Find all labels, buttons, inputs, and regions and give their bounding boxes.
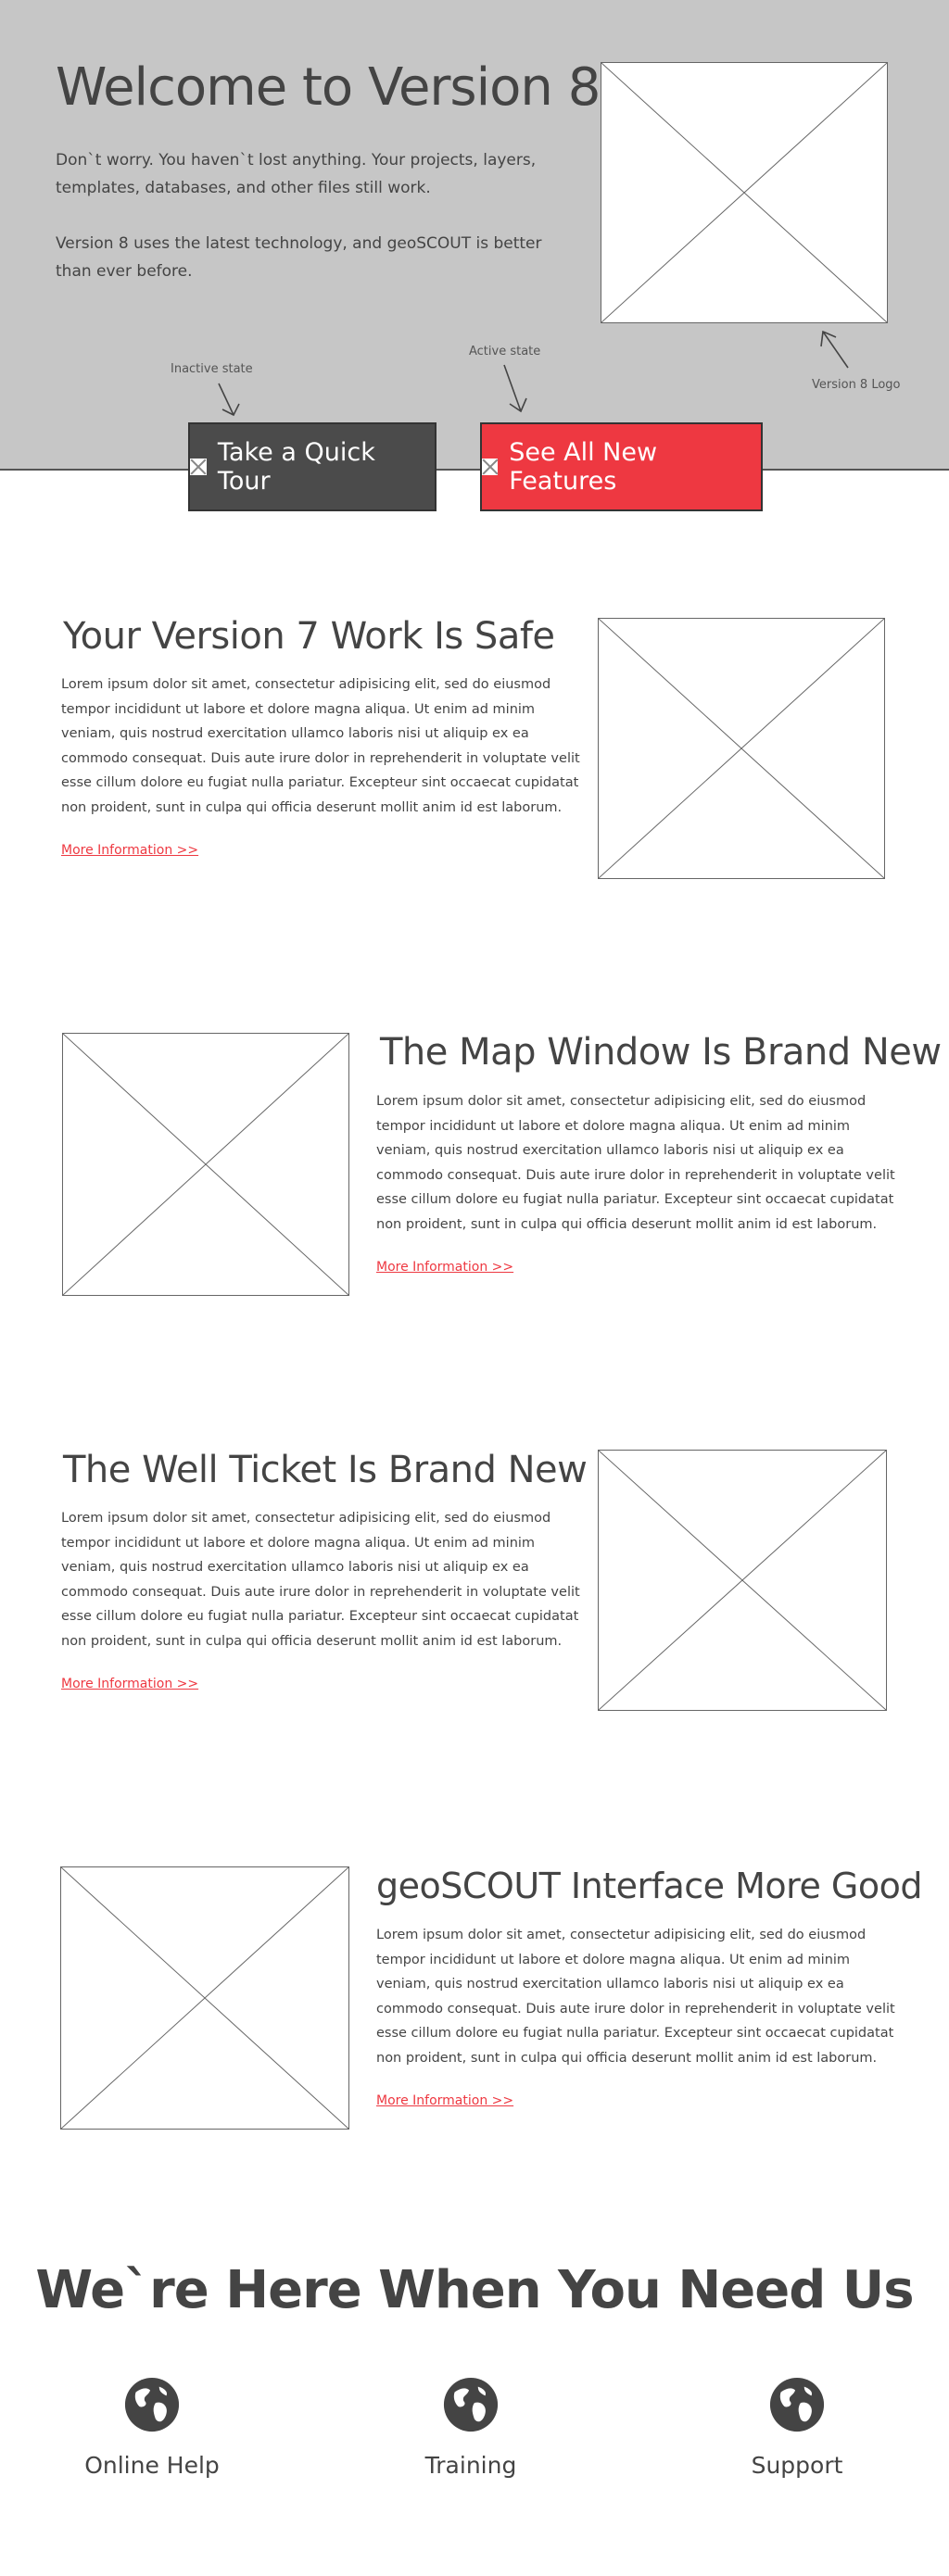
section-title-version7: Your Version 7 Work Is Safe: [63, 615, 555, 658]
section-body-well-ticket: Lorem ipsum dolor sit amet, consectetur …: [61, 1511, 580, 1649]
see-all-features-label: See All New Features: [509, 438, 658, 496]
active-annotation-arrow: [503, 364, 527, 413]
more-info-link-map-window[interactable]: More Information >>: [376, 1260, 513, 1275]
take-quick-tour-label: Take a Quick Tour: [217, 438, 375, 496]
globe-icon: [443, 2377, 499, 2432]
section-image-version7: [598, 618, 885, 879]
section-image-interface: [60, 1866, 349, 2130]
section-image-well-ticket: [598, 1450, 887, 1711]
image-icon: [190, 459, 207, 475]
inactive-state-annotation: Inactive state: [171, 362, 253, 376]
hero-intro-text: Don`t worry. You haven`t lost anything. …: [56, 151, 537, 197]
section-title-map-window: The Map Window Is Brand New: [380, 1031, 942, 1074]
globe-icon: [124, 2377, 180, 2432]
section-body-map-window: Lorem ipsum dolor sit amet, consectetur …: [376, 1094, 895, 1232]
active-state-annotation: Active state: [469, 345, 541, 358]
section-body-interface: Lorem ipsum dolor sit amet, consectetur …: [376, 1928, 895, 2066]
see-all-features-button[interactable]: See All New Features: [480, 422, 763, 511]
inactive-annotation-arrow: [218, 383, 240, 417]
section-body-version7: Lorem ipsum dolor sit amet, consectetur …: [61, 677, 580, 815]
section-image-map-window: [62, 1033, 349, 1296]
support-label: Support: [751, 2452, 843, 2479]
logo-annotation-arrow: [820, 330, 849, 369]
hero-technology-text: Version 8 uses the latest technology, an…: [56, 234, 542, 281]
online-help-item[interactable]: Online Help: [59, 2376, 245, 2479]
more-info-link-interface[interactable]: More Information >>: [376, 2093, 513, 2108]
hero-banner: Welcome to Version 8 Don`t worry. You ha…: [0, 0, 949, 471]
image-icon: [482, 459, 499, 475]
online-help-label: Online Help: [84, 2452, 220, 2479]
take-quick-tour-button[interactable]: Take a Quick Tour: [188, 422, 437, 511]
section-title-well-ticket: The Well Ticket Is Brand New: [63, 1449, 588, 1491]
section-title-interface: geoSCOUT Interface More Good: [376, 1866, 922, 1906]
logo-annotation: Version 8 Logo: [812, 378, 901, 392]
version-8-logo-placeholder: [601, 62, 888, 323]
training-label: Training: [424, 2452, 517, 2479]
help-section-title: We`re Here When You Need Us: [35, 2260, 914, 2320]
training-item[interactable]: Training: [378, 2376, 563, 2479]
hero-title: Welcome to Version 8: [56, 57, 601, 118]
more-info-link-well-ticket[interactable]: More Information >>: [61, 1677, 198, 1691]
more-info-link-version7[interactable]: More Information >>: [61, 843, 198, 858]
globe-icon: [769, 2377, 825, 2432]
support-item[interactable]: Support: [704, 2376, 890, 2479]
